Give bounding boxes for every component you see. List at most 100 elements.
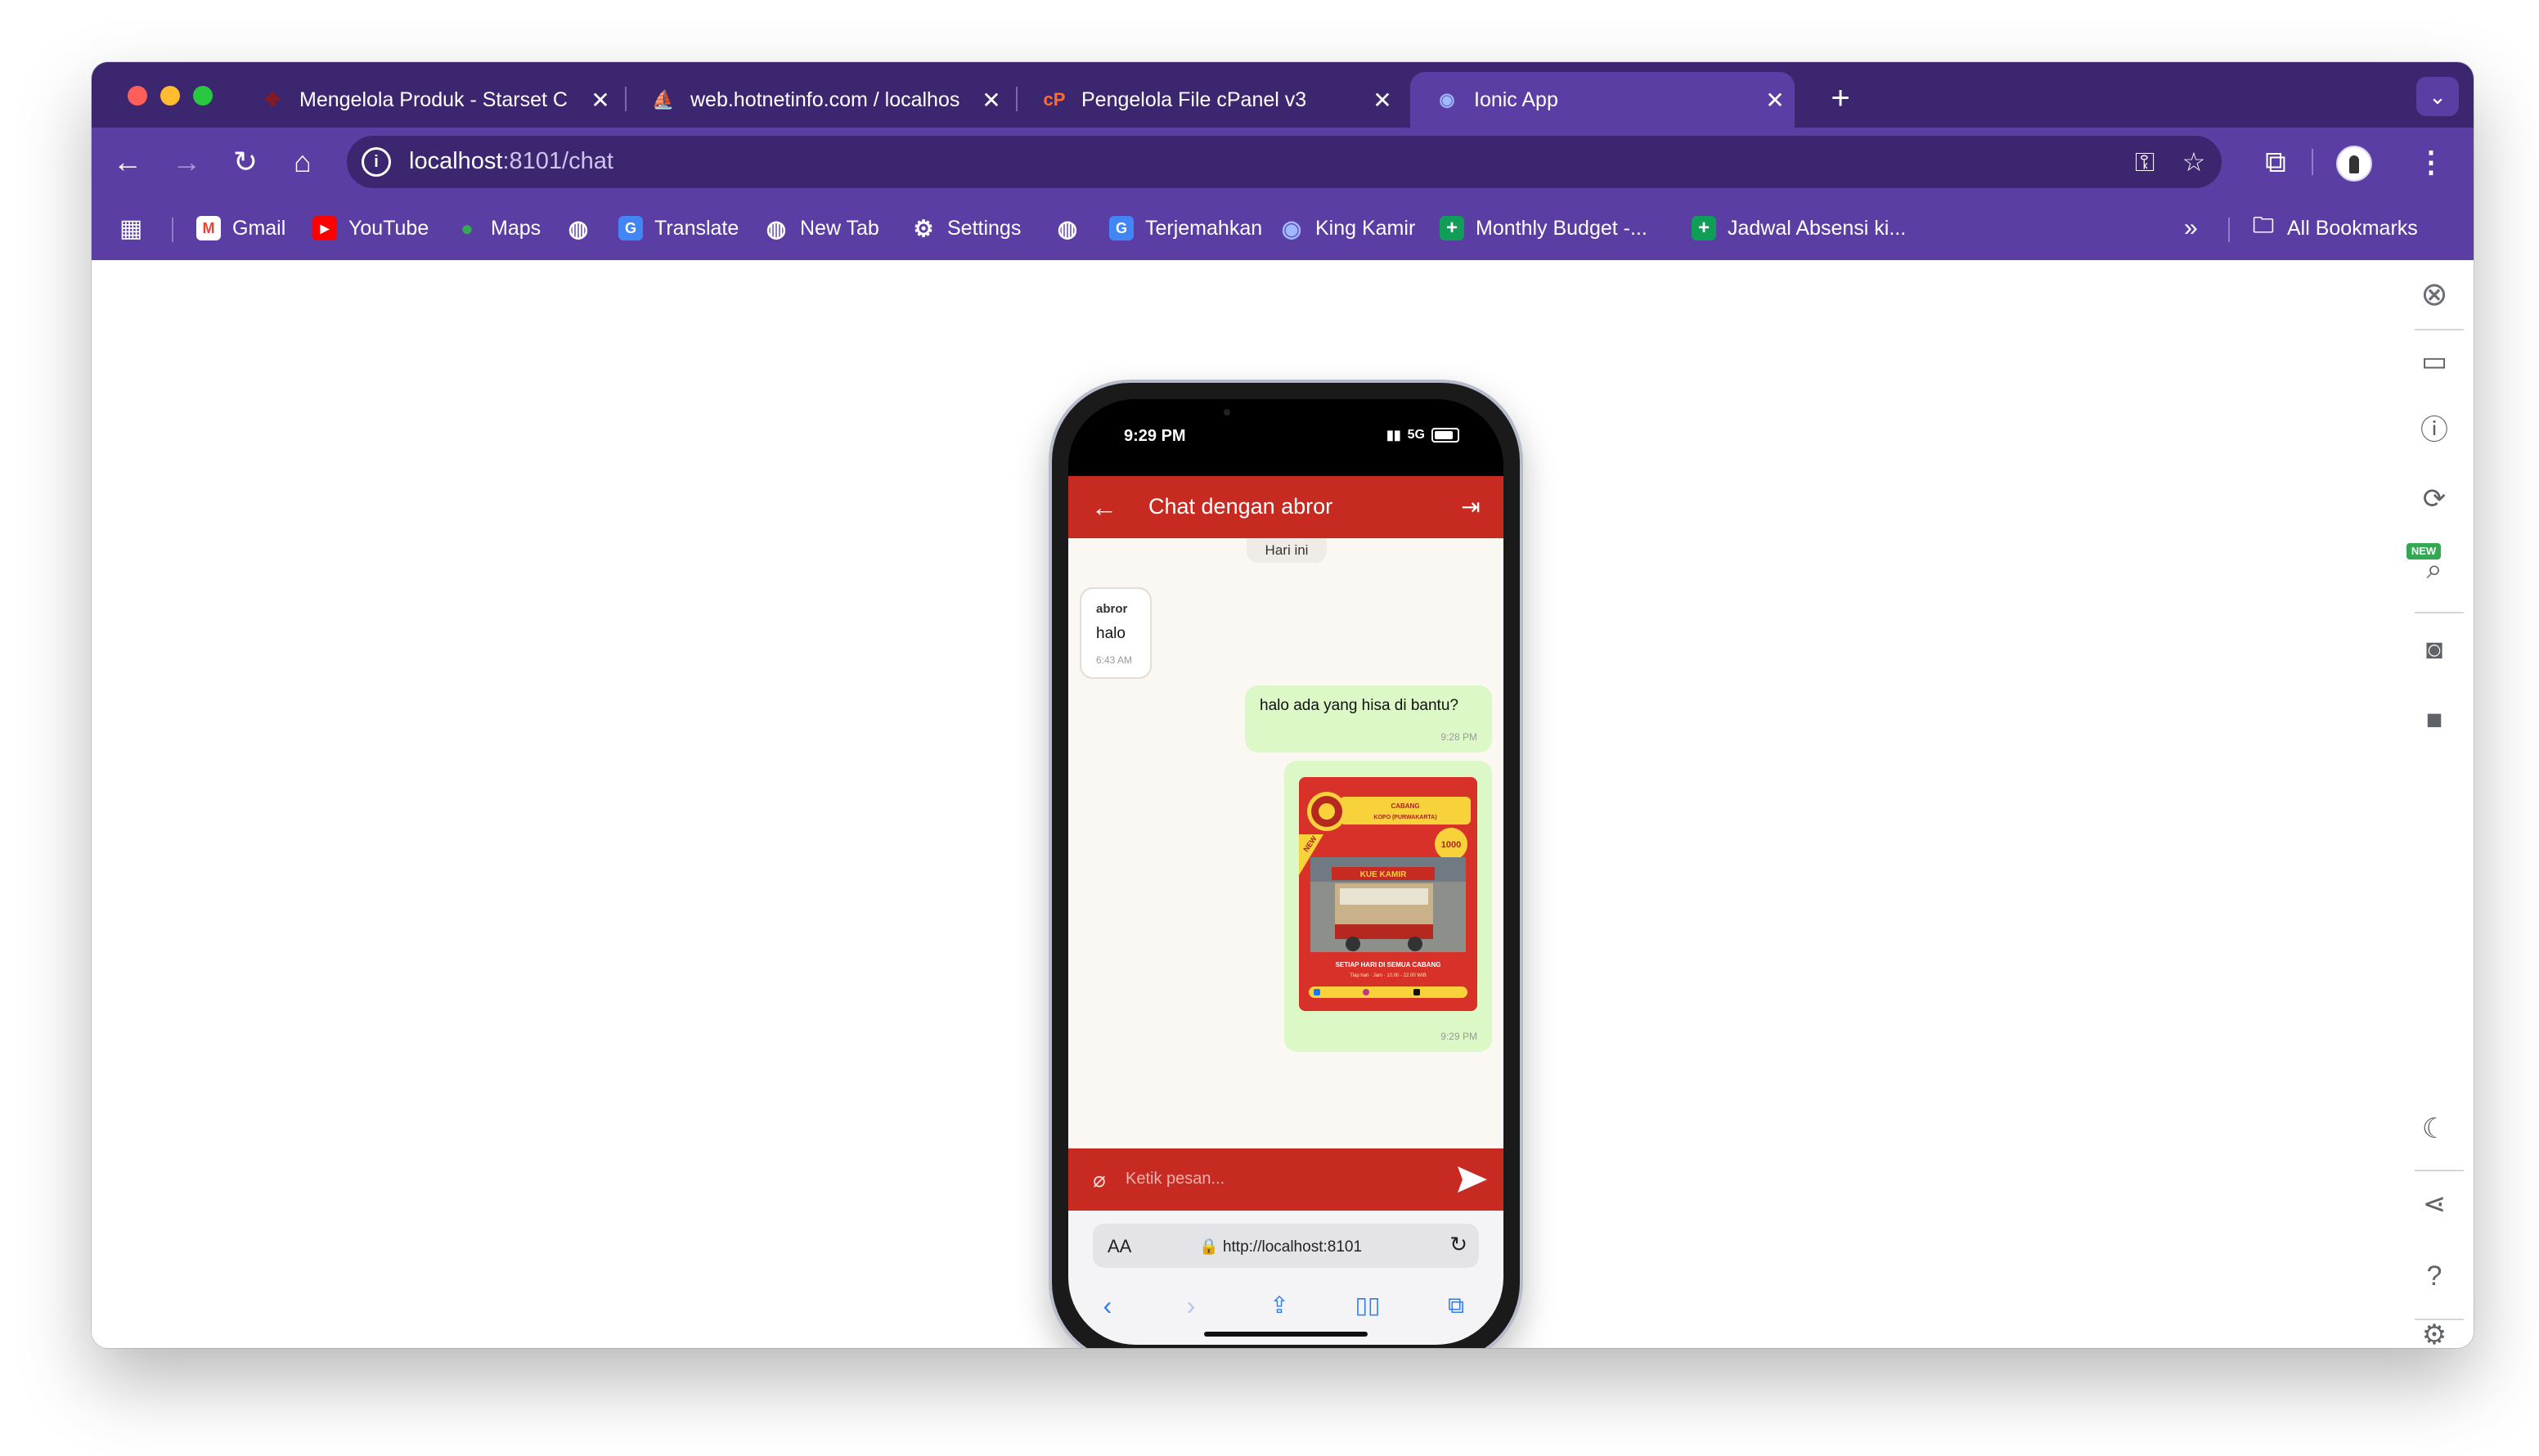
close-icon[interactable]: ✕ <box>581 87 620 114</box>
tab-cpanel[interactable]: cP Pengelola File cPanel v3 ✕ <box>1018 72 1402 128</box>
window-close-button[interactable] <box>128 86 147 106</box>
cpanel-icon: cP <box>1043 89 1066 110</box>
safari-back-icon[interactable]: ‹ <box>1090 1287 1126 1323</box>
bookmark-maps[interactable]: ● Maps <box>455 196 541 260</box>
browser-toolbar: ← → ↻ ⌂ i localhost:8101/chat ⚿ ☆ ⧉ ⋮ <box>92 128 2474 196</box>
dark-mode-moon-icon[interactable]: ☾ <box>2415 1109 2454 1148</box>
iphone-frame: 9:29 PM ▮▮ 5G ← Chat dengan abror ⇥ Hari… <box>1049 380 1523 1348</box>
bookmark-new-tab[interactable]: ◍ New Tab <box>764 196 879 260</box>
logout-icon[interactable]: ⇥ <box>1454 491 1487 524</box>
close-icon[interactable]: ✕ <box>972 87 1011 114</box>
settings-gear-icon[interactable]: ⚙ <box>2415 1315 2454 1348</box>
window-minimize-button[interactable] <box>160 86 180 106</box>
extensions-puzzle-icon[interactable]: ⧉ <box>2249 136 2302 188</box>
safari-url[interactable]: 🔒 http://localhost:8101 <box>1199 1237 1362 1256</box>
safari-address-bar[interactable]: AA 🔒 http://localhost:8101 ↻ <box>1093 1224 1479 1268</box>
bookmark-settings[interactable]: ⚙ Settings <box>911 196 1021 260</box>
rotate-icon[interactable]: ⟳ <box>2415 479 2454 519</box>
tab-ionic-app[interactable]: ◉ Ionic App ✕ <box>1410 72 1795 128</box>
browser-menu-icon[interactable]: ⋮ <box>2413 137 2449 186</box>
password-key-icon[interactable]: ⚿ <box>2127 144 2163 180</box>
globe-icon: ◍ <box>766 215 787 241</box>
safari-tabs-icon[interactable]: ⧉ <box>1438 1287 1474 1323</box>
apps-grid-icon[interactable]: ▦ <box>119 196 142 260</box>
phpmyadmin-icon: ⛵ <box>652 89 675 110</box>
back-arrow-icon[interactable]: ← <box>1088 491 1121 524</box>
bookmark-jadwal-absensi[interactable]: + Jadwal Absensi ki... <box>1692 196 1906 260</box>
signal-icon: ▮▮ <box>1386 429 1401 443</box>
all-bookmarks-button[interactable]: 🗀 All Bookmarks <box>2251 196 2418 260</box>
address-bar[interactable]: i localhost:8101/chat ⚿ ☆ <box>347 136 2222 188</box>
info-icon[interactable]: ⓘ <box>2415 411 2454 450</box>
text-size-button[interactable]: AA <box>1108 1236 1131 1257</box>
safari-share-icon[interactable]: ⇪ <box>1261 1287 1297 1323</box>
tab-search-button[interactable]: ⌄ <box>2416 77 2459 116</box>
bookmark-translate[interactable]: G Translate <box>618 196 739 260</box>
ionic-icon: ◉ <box>1281 215 1302 241</box>
window-zoom-button[interactable] <box>193 86 213 106</box>
reload-button[interactable]: ↻ <box>221 137 270 186</box>
tab-starset[interactable]: ✤ Mengelola Produk - Starset C ✕ <box>236 72 620 128</box>
chat-messages[interactable]: Hari ini abror halo 6:43 AM halo ada yan… <box>1068 538 1503 1148</box>
close-icon[interactable]: ✕ <box>1755 87 1795 114</box>
poster-cabang: CABANG <box>1391 802 1419 810</box>
globe-icon: ◍ <box>568 215 589 241</box>
bookmarks-bar: ▦ M Gmail ▶ YouTube ● Maps ◍ G Translate ◍ Ne… <box>92 196 2474 260</box>
tab-title: Pengelola File cPanel v3 <box>1081 88 1307 111</box>
send-icon[interactable] <box>1453 1163 1490 1196</box>
bookmark-label: All Bookmarks <box>2287 216 2418 240</box>
device-simulator-toolbar: ⊗ ▭ ⓘ ⟳ NEW ⌕ ◙ ■ ☾ ⋖ ? ⚙ <box>2395 260 2474 1348</box>
toolbar-divider <box>2415 612 2464 613</box>
video-camera-icon[interactable]: ■ <box>2415 700 2454 739</box>
safari-reload-icon[interactable]: ↻ <box>1449 1232 1467 1257</box>
bookmark-gmail[interactable]: M Gmail <box>196 196 285 260</box>
phone-screen: 9:29 PM ▮▮ 5G ← Chat dengan abror ⇥ Hari… <box>1068 399 1503 1345</box>
message-text: halo ada yang hisa di bantu? <box>1260 697 1458 714</box>
tab-phpmyadmin[interactable]: ⛵ web.hotnetinfo.com / localhos ✕ <box>627 72 1011 128</box>
bookmark-label: YouTube <box>348 216 429 240</box>
browser-window: ✤ Mengelola Produk - Starset C ✕ ⛵ web.h… <box>92 62 2474 1348</box>
ios-status-bar: 9:29 PM ▮▮ 5G <box>1068 399 1503 476</box>
home-button[interactable]: ⌂ <box>278 137 327 186</box>
bookmark-globe-2[interactable]: ◍ <box>1055 196 1091 260</box>
site-info-icon[interactable]: i <box>362 147 391 177</box>
zoom-icon[interactable]: ⌕ <box>2415 550 2454 589</box>
forward-button[interactable]: → <box>162 137 211 186</box>
back-button[interactable]: ← <box>103 137 152 186</box>
message-input-bar: ⌀ Ketik pesan... <box>1068 1148 1503 1211</box>
poster-price: 1000 <box>1441 840 1461 850</box>
safari-forward-icon[interactable]: › <box>1173 1287 1209 1323</box>
bookmark-youtube[interactable]: ▶ YouTube <box>312 196 429 260</box>
promo-poster-image[interactable]: CABANG KOPO (PURWAKARTA) 1000 NEW KUE KA… <box>1299 777 1477 1011</box>
devices-icon[interactable]: ▭ <box>2415 342 2454 381</box>
gear-icon: ⚙ <box>913 215 934 241</box>
help-icon[interactable]: ? <box>2415 1256 2454 1296</box>
poster-hours: Tiap hari · Jam · 10.00 - 22.00 WIB <box>1350 973 1426 978</box>
camera-icon[interactable]: ◙ <box>2415 630 2454 669</box>
bookmark-globe[interactable]: ◍ <box>566 196 602 260</box>
profile-avatar[interactable] <box>2336 146 2372 182</box>
address-url[interactable]: localhost:8101/chat <box>409 148 613 175</box>
close-icon[interactable]: ✕ <box>1363 87 1402 114</box>
folder-icon: 🗀 <box>2252 213 2274 237</box>
gmail-icon: M <box>196 216 221 240</box>
poster-footer: SETIAP HARI DI SEMUA CABANG <box>1336 961 1441 968</box>
message-input[interactable]: Ketik pesan... <box>1126 1170 1225 1189</box>
share-icon[interactable]: ⋖ <box>2415 1184 2454 1224</box>
bookmark-king-kamir[interactable]: ◉ King Kamir <box>1279 196 1415 260</box>
attach-paperclip-icon[interactable]: ⌀ <box>1086 1165 1112 1194</box>
outgoing-message: halo ada yang hisa di bantu? 9:28 PM <box>1245 685 1492 753</box>
starset-icon: ✤ <box>264 89 281 110</box>
tab-title: Mengelola Produk - Starset C <box>299 88 568 111</box>
bookmark-terjemahkan[interactable]: G Terjemahkan <box>1109 196 1262 260</box>
close-simulator-icon[interactable]: ⊗ <box>2415 275 2454 314</box>
toolbar-divider <box>2415 1170 2464 1171</box>
bookmark-star-icon[interactable]: ☆ <box>2176 144 2212 180</box>
lock-icon: 🔒 <box>1199 1238 1219 1256</box>
date-divider: Hari ini <box>1247 538 1327 563</box>
message-time: 9:29 PM <box>1440 1031 1477 1042</box>
bookmarks-overflow-button[interactable]: » <box>2184 196 2198 260</box>
safari-bookmarks-icon[interactable]: ▯▯ <box>1350 1287 1386 1323</box>
bookmark-monthly-budget[interactable]: + Monthly Budget -... <box>1440 196 1647 260</box>
new-tab-button[interactable]: + <box>1818 77 1863 123</box>
